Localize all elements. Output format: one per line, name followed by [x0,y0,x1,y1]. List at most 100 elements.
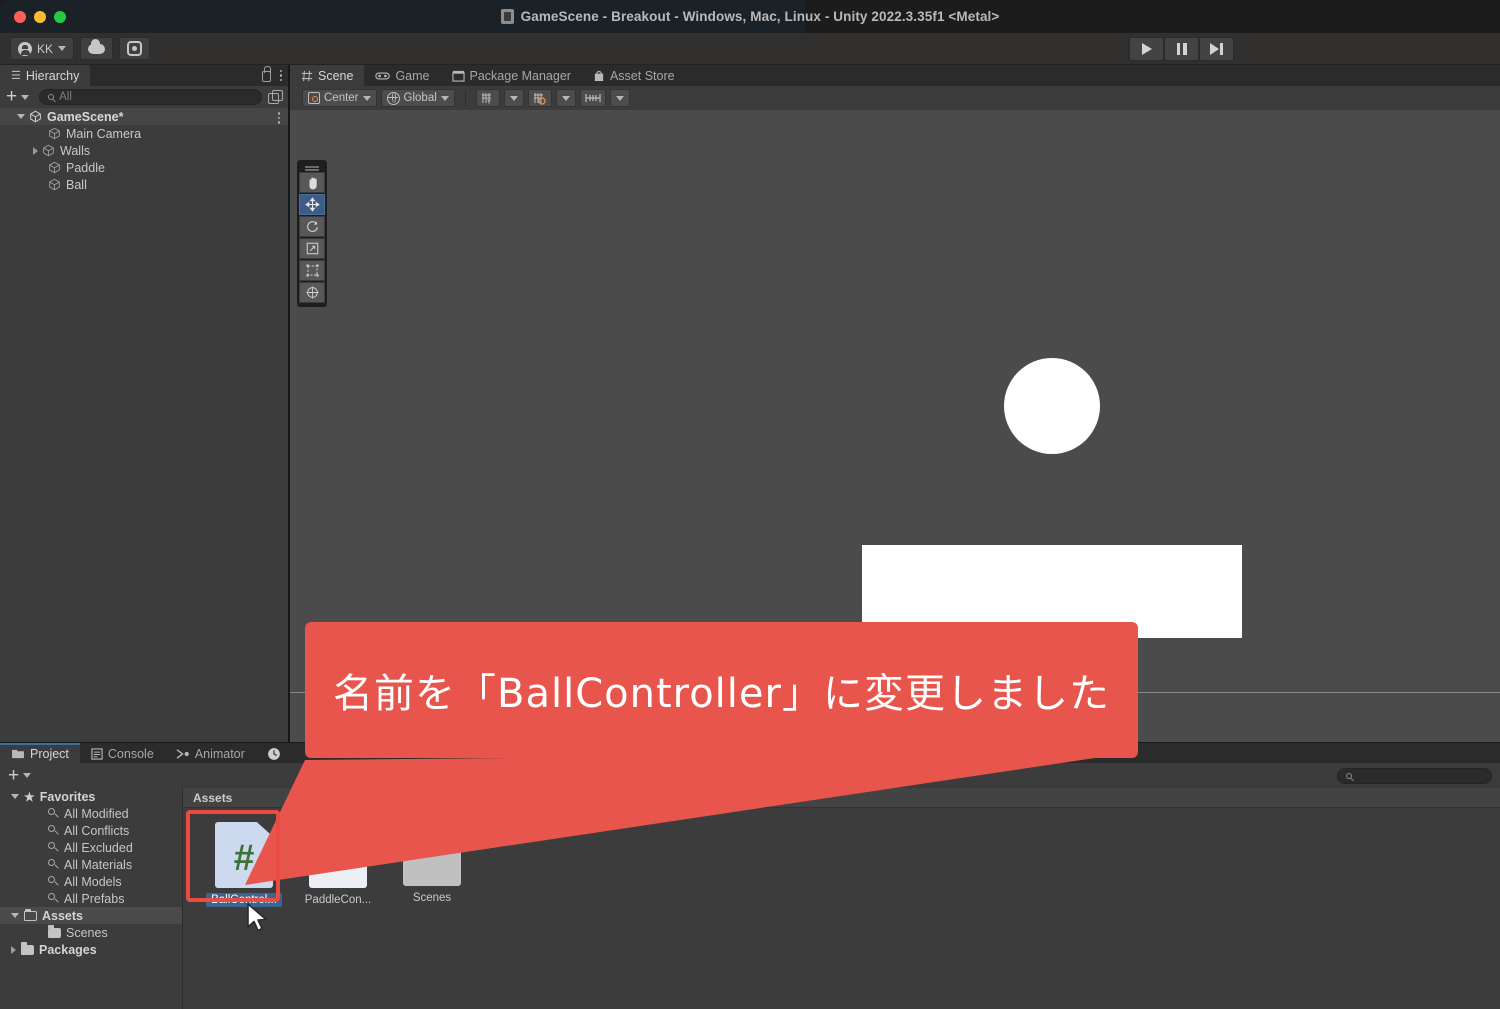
hierarchy-item-label: Main Camera [66,126,142,141]
grid-size-dropdown[interactable] [609,89,630,107]
asset-item-scenes[interactable]: Scenes [393,822,471,907]
project-tree-item-scenes[interactable]: Scenes [0,924,182,941]
chevron-down-icon[interactable] [11,794,19,799]
project-tree-item-label: All Conflicts [64,823,130,838]
project-search-input[interactable] [1337,768,1492,784]
account-button[interactable]: KK [10,37,75,60]
svg-text:Y: Y [487,100,491,105]
hierarchy-icon: ☰ [11,70,21,82]
project-tree-item-all-excluded[interactable]: All Excluded [0,839,182,856]
asset-item-label: PaddleCon... [304,894,372,906]
tab-asset-store[interactable]: Asset Store [582,65,686,86]
services-settings-button[interactable] [119,37,151,60]
console-icon [91,747,103,760]
cloud-button[interactable] [80,37,114,60]
chevron-right-icon[interactable] [11,945,16,954]
lock-icon[interactable] [261,66,271,82]
hierarchy-tree: GameScene* Main Camera Walls Paddle Ball [0,108,288,193]
pause-button[interactable] [1165,38,1198,60]
play-button[interactable] [1130,38,1163,60]
asset-item-paddlecontroller[interactable]: # PaddleCon... [299,822,377,907]
move-tool-button[interactable] [299,194,325,215]
tab-game[interactable]: Game [364,65,440,86]
transform-tool-button[interactable] [299,282,325,303]
hierarchy-add-label: + [6,86,18,107]
asset-item-ballcontroller[interactable]: # BallControl... [205,822,283,907]
sub-scene-icon[interactable] [268,90,283,104]
project-panel: Project Console Animator + ★ Favorites All M… [0,743,1500,1009]
grid-size-button[interactable] [579,89,606,107]
rotate-tool-button[interactable] [299,216,325,237]
hierarchy-search-row: + All [0,86,288,108]
annotation-callout: 名前を「BallController」に変更しました [305,622,1138,758]
project-tree-item-all-models[interactable]: All Models [0,873,182,890]
search-icon [48,876,59,887]
grid-snapping-icon [533,92,546,105]
grid-axis-dropdown[interactable] [503,89,524,107]
tab-animator[interactable]: Animator [165,743,256,764]
hand-tool-button[interactable] [299,172,325,193]
rect-transform-icon [306,264,318,277]
tab-package-manager[interactable]: Package Manager [441,65,582,86]
hierarchy-item-main-camera[interactable]: Main Camera [0,125,288,142]
grid-axis-button[interactable]: Y [475,89,500,107]
tab-project[interactable]: Project [0,743,80,764]
pivot-mode-button[interactable]: Center [302,89,377,107]
scale-icon [306,242,318,255]
hierarchy-item-label: Ball [66,177,87,192]
step-button[interactable] [1200,38,1233,60]
search-icon [48,859,59,870]
folder-icon [403,827,461,886]
rect-tool-button[interactable] [299,260,325,281]
handle-space-button[interactable]: Global [380,89,455,107]
project-tree-item-all-conflicts[interactable]: All Conflicts [0,822,182,839]
hierarchy-add-button[interactable]: + [6,86,30,107]
pivot-mode-label: Center [324,92,359,104]
folder-open-icon [24,909,37,921]
chevron-down-icon [615,95,624,101]
project-tree-item-packages[interactable]: Packages [0,941,182,958]
rotate-icon [306,221,318,233]
kebab-menu-icon[interactable] [279,69,282,82]
tab-label: Asset Store [609,68,675,83]
project-tree-item-all-materials[interactable]: All Materials [0,856,182,873]
project-tree-item-all-prefabs[interactable]: All Prefabs [0,890,182,907]
move-arrows-icon [304,197,320,212]
scene-grid-icon [301,70,313,82]
chevron-down-icon[interactable] [11,913,19,918]
hierarchy-item-label: Walls [60,143,91,158]
tab-hierarchy[interactable]: ☰ Hierarchy [0,65,91,86]
project-tree-item-label: All Prefabs [64,891,125,906]
chevron-down-icon[interactable] [17,114,25,119]
hierarchy-item-ball[interactable]: Ball [0,176,288,193]
grid-snapping-dropdown[interactable] [555,89,576,107]
package-icon [451,70,465,82]
chevron-right-icon[interactable] [33,146,38,155]
tab-profiler[interactable] [256,743,292,764]
unity-main-toolbar: KK [0,33,1500,65]
project-tree-item-assets[interactable]: Assets [0,907,182,924]
project-tree-item-favorites[interactable]: ★ Favorites [0,788,182,805]
grid-snapping-button[interactable] [527,89,552,107]
chevron-down-icon [509,95,518,101]
chevron-down-icon [23,773,32,778]
tab-console[interactable]: Console [80,743,165,764]
tab-label: Scene [318,68,354,83]
kebab-menu-icon[interactable] [277,112,280,124]
hierarchy-item-walls[interactable]: Walls [0,142,288,159]
unity-editor-window: GameScene - Breakout - Windows, Mac, Lin… [0,0,1500,1009]
window-title: GameScene - Breakout - Windows, Mac, Lin… [0,0,1500,33]
tab-scene[interactable]: Scene [290,65,365,86]
project-tree-item-all-modified[interactable]: All Modified [0,805,182,822]
scale-tool-button[interactable] [299,238,325,259]
project-tree-item-label: All Modified [64,806,129,821]
search-icon [48,893,59,904]
hierarchy-item-gamescene[interactable]: GameScene* [0,108,288,125]
hierarchy-search-input[interactable]: All [39,89,262,105]
hierarchy-item-paddle[interactable]: Paddle [0,159,288,176]
palette-drag-handle[interactable] [305,166,319,168]
project-add-button[interactable]: + [8,766,32,785]
scene-object-ball[interactable] [1004,358,1100,454]
annotation-callout-text: 名前を「BallController」に変更しました [333,671,1110,717]
tab-label: Package Manager [469,68,571,83]
